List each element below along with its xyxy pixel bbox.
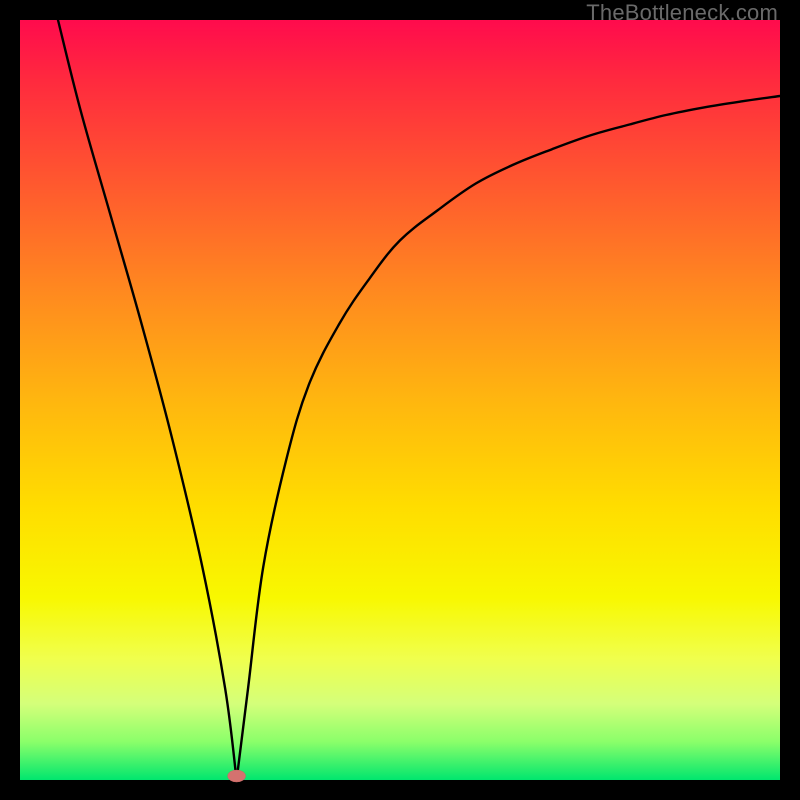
min-point-marker — [228, 770, 246, 782]
chart-frame: TheBottleneck.com — [0, 0, 800, 800]
bottleneck-curve — [58, 20, 780, 780]
plot-area — [20, 20, 780, 780]
curve-svg — [20, 20, 780, 780]
